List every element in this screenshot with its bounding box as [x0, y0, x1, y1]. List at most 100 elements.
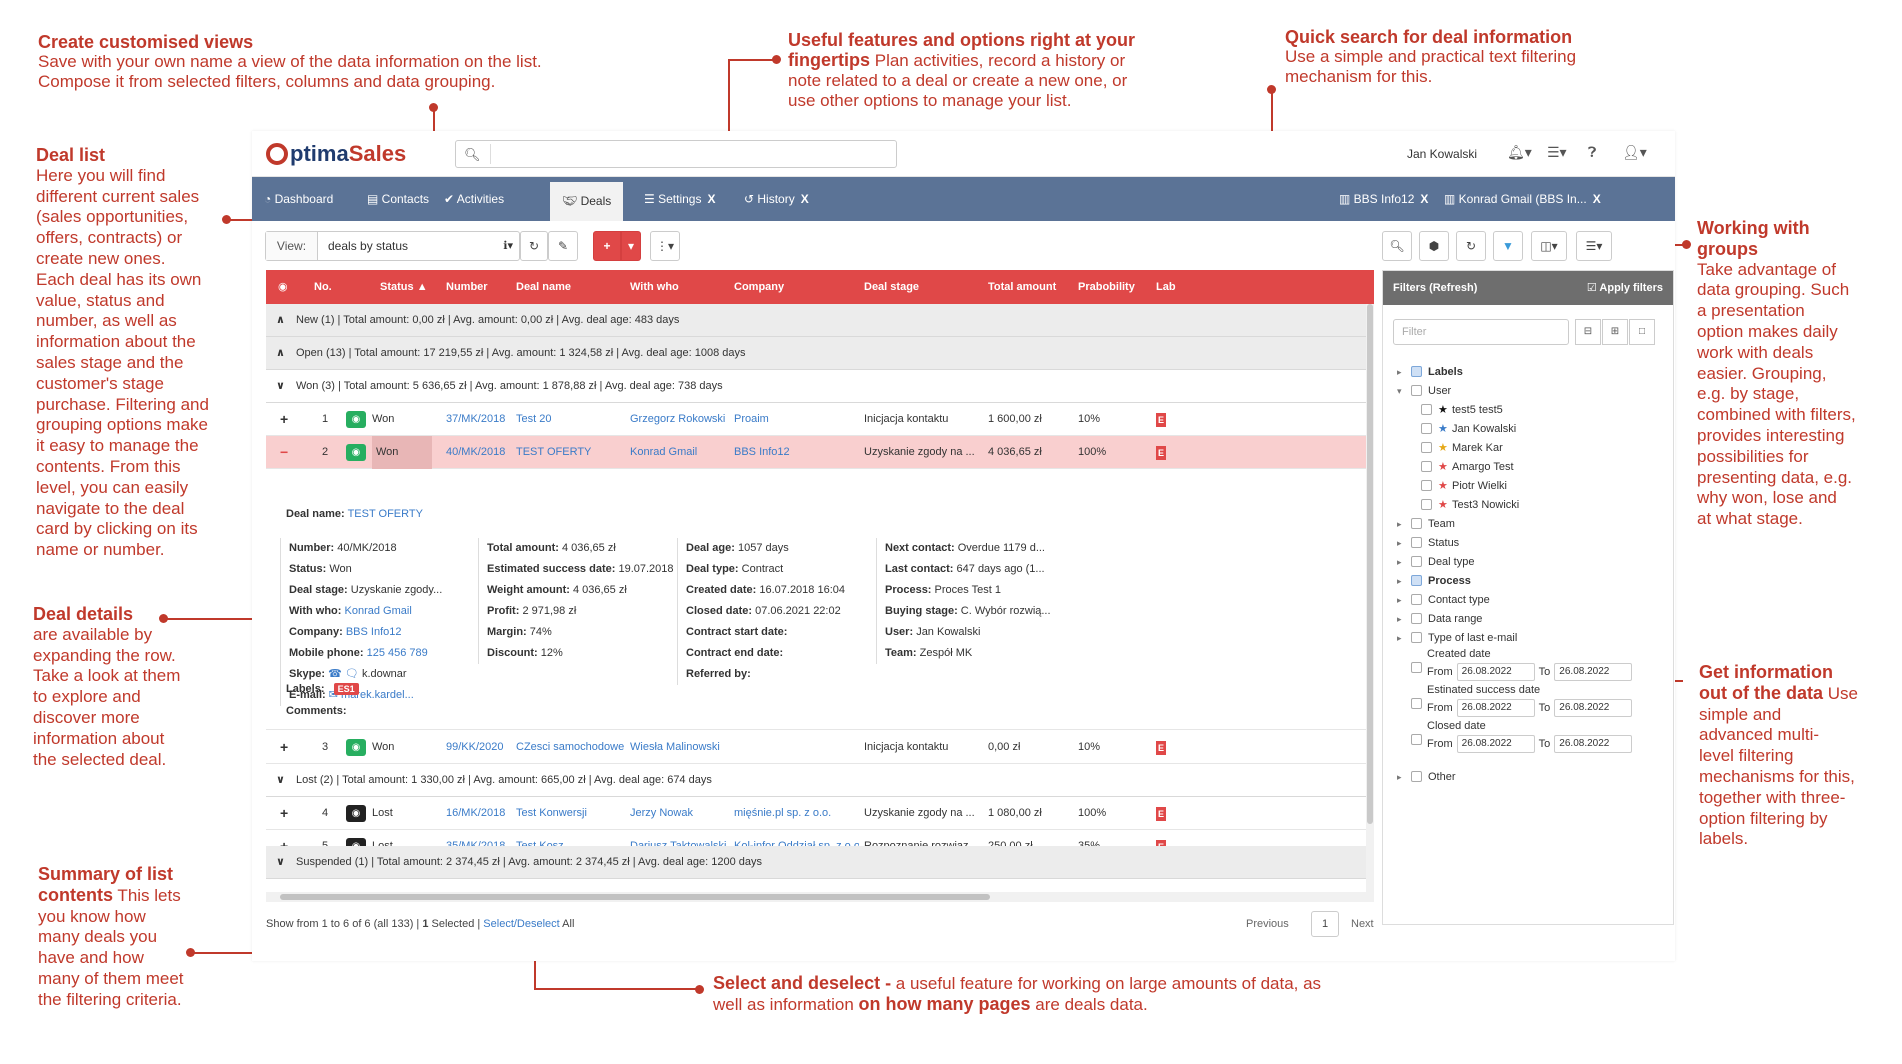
- group-row-open[interactable]: ∧ Open (13) | Total amount: 17 219,55 zł…: [266, 337, 1366, 370]
- date-to-input[interactable]: 26.08.2022: [1554, 699, 1633, 718]
- filter-checkbox[interactable]: [1411, 632, 1422, 643]
- filter-checkbox[interactable]: [1421, 499, 1432, 510]
- filter-checkbox[interactable]: [1421, 480, 1432, 491]
- quick-search-button[interactable]: 🔍︎: [1382, 231, 1412, 261]
- row-deal-name-link[interactable]: TEST OFERTY: [516, 436, 591, 469]
- filter-checkbox[interactable]: [1411, 518, 1422, 529]
- detail-field-value[interactable]: BBS Info12: [346, 626, 402, 638]
- help-icon[interactable]: ❓︎: [1588, 144, 1596, 161]
- tab-deals[interactable]: 🤝︎ Deals: [550, 182, 624, 221]
- table-row[interactable]: +3 ◉ Won 99/KK/2020 CZesci samochodowe Wiesła…: [266, 731, 1366, 764]
- filter-checkbox[interactable]: [1421, 461, 1432, 472]
- label-badge[interactable]: ES1: [333, 683, 359, 695]
- tab-contacts[interactable]: ▤ Contacts: [355, 177, 441, 221]
- row-number-link[interactable]: 37/MK/2018: [446, 403, 505, 436]
- date-to-input[interactable]: 26.08.2022: [1554, 735, 1633, 754]
- collapse-all-button[interactable]: ⊟: [1575, 319, 1601, 345]
- filter-checkbox[interactable]: [1411, 575, 1422, 586]
- refresh-list-button[interactable]: ↻: [1456, 231, 1486, 261]
- row-with-who-link[interactable]: Grzegorz Rokowski: [630, 403, 725, 436]
- row-label-flag[interactable]: E: [1156, 446, 1166, 460]
- filter-checkbox[interactable]: [1411, 385, 1422, 396]
- tab-activities[interactable]: ✔ Activities: [432, 177, 516, 221]
- detail-field-value[interactable]: 125 456 789: [367, 647, 428, 659]
- table-row[interactable]: − 2 ◉ Won 40/MK/2018 TEST OFERTY Konrad Gmail B…: [266, 436, 1366, 469]
- filter-checkbox[interactable]: [1411, 594, 1422, 605]
- tab-konrad-gmail[interactable]: ▥ Konrad Gmail (BBS In... X: [1432, 177, 1613, 221]
- refresh-view-button[interactable]: ↻: [520, 231, 548, 261]
- caret-down-icon[interactable]: ▾: [1397, 380, 1407, 402]
- row-label-flag[interactable]: E: [1156, 413, 1166, 427]
- close-tab-history[interactable]: X: [801, 192, 809, 206]
- group-row-won[interactable]: ∨ Won (3) | Total amount: 5 636,65 zł | …: [266, 370, 1366, 403]
- grouping-button[interactable]: ☰▾: [1576, 231, 1612, 261]
- filter-tree-item[interactable]: ▸ Other: [1397, 766, 1456, 788]
- tab-bbs-info12[interactable]: ▥ BBS Info12 X: [1327, 177, 1440, 221]
- tab-dashboard[interactable]: ◔ Dashboard: [252, 177, 345, 221]
- user-icon[interactable]: 👤︎▾: [1622, 144, 1647, 161]
- clear-filter-button[interactable]: □: [1629, 319, 1655, 345]
- filter-checkbox[interactable]: [1411, 613, 1422, 624]
- horizontal-scrollbar[interactable]: [266, 892, 1366, 902]
- row-number-link[interactable]: 99/KK/2020: [446, 731, 504, 764]
- expand-row-toggle[interactable]: −: [280, 436, 288, 469]
- close-tab-settings[interactable]: X: [707, 192, 715, 206]
- row-with-who-link[interactable]: Konrad Gmail: [630, 436, 697, 469]
- filters-refresh[interactable]: Filters (Refresh): [1393, 282, 1477, 294]
- row-number-link[interactable]: 16/MK/2018: [446, 797, 505, 830]
- expand-all-button[interactable]: ⊞: [1602, 319, 1628, 345]
- select-deselect-link[interactable]: Select/Deselect: [483, 918, 559, 930]
- row-company-link[interactable]: BBS Info12: [734, 436, 859, 469]
- col-with-who[interactable]: With who: [630, 270, 679, 304]
- vertical-scrollbar[interactable]: [1366, 304, 1374, 902]
- group-row-lost[interactable]: ∨ Lost (2) | Total amount: 1 330,00 zł |…: [266, 764, 1366, 797]
- row-deal-name-link[interactable]: Test 20: [516, 403, 551, 436]
- tab-history[interactable]: ↺ History X: [732, 177, 821, 221]
- actions-menu-button[interactable]: ⋮▾: [650, 231, 680, 261]
- filter-checkbox[interactable]: [1411, 662, 1422, 673]
- add-deal-dropdown[interactable]: ▾: [621, 231, 641, 261]
- optimasales-logo[interactable]: ptimaSales: [266, 141, 406, 167]
- horizontal-scroll-thumb[interactable]: [280, 894, 990, 900]
- menu-icon[interactable]: ☰▾: [1547, 144, 1567, 161]
- filter-toggle-button[interactable]: ▼: [1493, 231, 1523, 261]
- filter-checkbox[interactable]: [1411, 537, 1422, 548]
- col-labels[interactable]: Lab: [1156, 270, 1176, 304]
- box-button[interactable]: ⬢: [1419, 231, 1449, 261]
- row-label-flag[interactable]: E: [1156, 741, 1166, 755]
- visibility-icon[interactable]: ◉: [278, 270, 288, 304]
- row-number-link[interactable]: 40/MK/2018: [446, 436, 505, 469]
- bell-icon[interactable]: 🔔︎▾: [1507, 144, 1532, 161]
- date-to-input[interactable]: 26.08.2022: [1554, 663, 1633, 682]
- select-all-link[interactable]: All: [560, 918, 574, 930]
- row-company-link[interactable]: Proaim: [734, 403, 859, 436]
- col-deal-name[interactable]: Deal name: [516, 270, 571, 304]
- pagination-page-1[interactable]: 1: [1311, 911, 1339, 937]
- filter-checkbox[interactable]: [1411, 366, 1422, 377]
- row-with-who-link[interactable]: Wiesła Malinowski: [630, 731, 720, 764]
- col-deal-stage[interactable]: Deal stage: [864, 270, 919, 304]
- col-total-amount[interactable]: Total amount: [988, 270, 1056, 304]
- detail-field-value[interactable]: Konrad Gmail: [345, 605, 412, 617]
- apply-filters-button[interactable]: ☑ Apply filters: [1587, 271, 1663, 305]
- row-with-who-link[interactable]: Jerzy Nowak: [630, 797, 693, 830]
- columns-button[interactable]: ◫▾: [1531, 231, 1567, 261]
- filter-checkbox[interactable]: [1411, 556, 1422, 567]
- pagination-next[interactable]: Next: [1351, 909, 1374, 939]
- filter-checkbox[interactable]: [1411, 771, 1422, 782]
- row-company-link[interactable]: mięśnie.pl sp. z o.o.: [734, 797, 859, 830]
- col-probability[interactable]: Prabobility: [1078, 270, 1135, 304]
- close-tab-bbs[interactable]: X: [1420, 192, 1428, 206]
- view-selector[interactable]: View: deals by status ℹ▾: [265, 231, 520, 261]
- caret-right-icon[interactable]: ▸: [1397, 766, 1407, 788]
- global-search-input[interactable]: [490, 144, 890, 164]
- filter-checkbox[interactable]: [1411, 698, 1422, 709]
- global-search[interactable]: 🔍︎: [455, 140, 897, 168]
- info-icon[interactable]: ℹ▾: [503, 239, 513, 252]
- date-from-input[interactable]: 26.08.2022: [1456, 735, 1535, 754]
- edit-view-button[interactable]: ✎: [548, 231, 578, 261]
- col-number[interactable]: Number: [446, 270, 488, 304]
- expand-row-toggle[interactable]: +: [280, 403, 288, 436]
- filter-checkbox[interactable]: [1421, 423, 1432, 434]
- group-row-suspended[interactable]: ∨ Suspended (1) | Total amount: 2 374,45…: [266, 846, 1366, 879]
